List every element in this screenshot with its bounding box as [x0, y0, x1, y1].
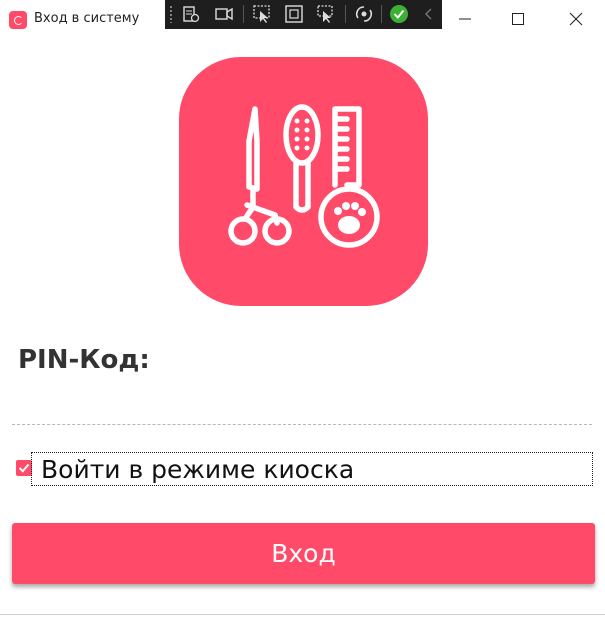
minimize-icon — [459, 18, 471, 20]
select-element-icon[interactable] — [251, 3, 273, 25]
xaml-debug-toolbar — [165, 0, 442, 29]
title-bar: Вход в систему — [0, 0, 605, 38]
kiosk-checkbox-label[interactable]: Войти в режиме киоска — [31, 452, 593, 486]
toolbar-separator — [243, 5, 244, 23]
pin-input[interactable] — [12, 395, 592, 425]
checkmark-icon — [18, 463, 30, 473]
kiosk-checkbox[interactable]: Войти в режиме киоска — [16, 452, 594, 488]
close-icon — [569, 12, 583, 26]
app-icon — [9, 11, 27, 29]
live-visual-tree-icon[interactable] — [180, 3, 202, 25]
pin-label: PIN-Код: — [18, 345, 150, 375]
toolbar-grip[interactable] — [169, 5, 173, 23]
minimize-button[interactable] — [442, 0, 488, 38]
kiosk-checkbox-box[interactable] — [16, 460, 32, 476]
hot-reload-icon[interactable] — [353, 3, 375, 25]
record-icon[interactable] — [213, 3, 235, 25]
collapse-icon[interactable] — [418, 3, 440, 25]
window-title: Вход в систему — [34, 11, 140, 26]
window-bottom-border — [0, 614, 605, 615]
toolbar-separator — [345, 5, 346, 23]
login-button[interactable]: Вход — [12, 523, 595, 584]
hot-reload-status-icon — [388, 3, 410, 25]
track-focus-icon[interactable] — [315, 3, 337, 25]
maximize-button[interactable] — [495, 0, 541, 38]
pet-grooming-icon — [228, 104, 380, 248]
close-button[interactable] — [553, 0, 599, 38]
display-layout-adorners-icon[interactable] — [283, 3, 305, 25]
app-logo — [179, 57, 428, 306]
toolbar-separator — [381, 5, 382, 23]
maximize-icon — [512, 13, 524, 25]
